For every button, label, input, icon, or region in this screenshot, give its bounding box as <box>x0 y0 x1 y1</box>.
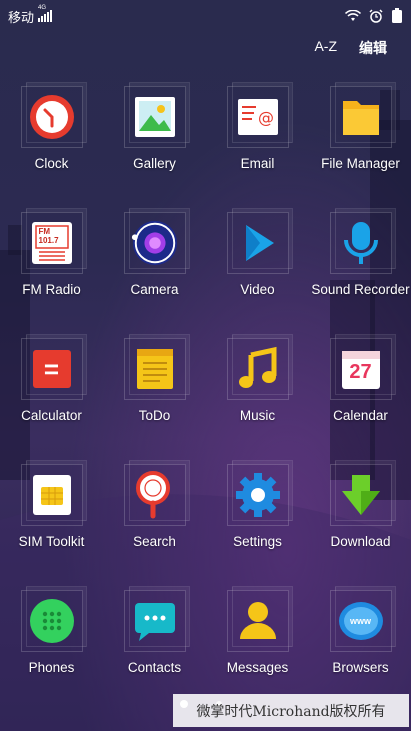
app-video[interactable]: Video <box>206 208 309 334</box>
app-camera[interactable]: Camera <box>103 208 206 334</box>
app-label: Download <box>330 534 391 549</box>
carrier-label: 移动 <box>8 9 35 25</box>
folder-icon <box>336 92 386 142</box>
dialpad-icon <box>27 596 77 646</box>
chat-bubble-icon <box>130 596 180 646</box>
app-clock[interactable]: Clock <box>0 82 103 208</box>
app-label: Contacts <box>127 660 182 675</box>
sort-az-button[interactable]: A-Z <box>314 38 337 58</box>
person-icon <box>233 596 283 646</box>
email-icon: @ <box>233 92 283 142</box>
app-label: Browsers <box>332 660 389 675</box>
radio-frequency: FM 101.7 <box>38 227 59 245</box>
app-label: Messages <box>226 660 289 675</box>
alarm-icon <box>369 9 383 23</box>
sim-card-icon <box>27 470 77 520</box>
app-label: FM Radio <box>22 282 81 297</box>
music-note-icon <box>233 344 283 394</box>
app-settings[interactable]: Settings <box>206 460 309 586</box>
app-calculator[interactable]: = Calculator <box>0 334 103 460</box>
download-arrow-icon <box>336 470 386 520</box>
search-icon <box>130 470 180 520</box>
globe-icon: www <box>336 596 386 646</box>
radio-icon: FM 101.7 <box>27 218 77 268</box>
notepad-icon <box>130 344 180 394</box>
gear-icon <box>233 470 283 520</box>
app-label: Email <box>240 156 275 171</box>
app-calendar[interactable]: 27 Calendar <box>309 334 411 460</box>
app-label: Clock <box>34 156 69 171</box>
app-label: Settings <box>233 534 282 549</box>
microphone-icon <box>336 218 386 268</box>
app-label: Calendar <box>333 408 388 423</box>
app-sim-toolkit[interactable]: SIM Toolkit <box>0 460 103 586</box>
app-todo[interactable]: ToDo <box>103 334 206 460</box>
watermark: 微掌时代Microhand版权所有 <box>173 694 409 727</box>
app-label: Gallery <box>133 156 176 171</box>
svg-text:@: @ <box>258 108 274 127</box>
signal-icon: 4G <box>38 5 53 22</box>
camera-icon <box>130 218 180 268</box>
gallery-icon <box>130 92 180 142</box>
status-bar: 移动 4G <box>0 0 411 32</box>
app-label: Camera <box>130 282 179 297</box>
app-fm-radio[interactable]: FM 101.7 FM Radio <box>0 208 103 334</box>
app-label: Search <box>133 534 176 549</box>
network-type: 4G <box>38 5 47 11</box>
app-label: Music <box>239 408 276 423</box>
app-sound-recorder[interactable]: Sound Recorder <box>309 208 411 334</box>
edit-button[interactable]: 编辑 <box>359 38 387 58</box>
calculator-symbol: = <box>43 353 60 384</box>
app-music[interactable]: Music <box>206 334 309 460</box>
app-label: Phones <box>28 660 75 675</box>
app-label: File Manager <box>321 156 400 171</box>
calculator-icon: = <box>27 344 77 394</box>
battery-icon <box>392 8 402 23</box>
calendar-date: 27 <box>349 360 372 383</box>
app-phones[interactable]: Phones <box>0 586 103 712</box>
app-label: Video <box>240 282 275 297</box>
app-email[interactable]: @ Email <box>206 82 309 208</box>
top-actions: A-Z 编辑 <box>314 38 387 58</box>
app-gallery[interactable]: Gallery <box>103 82 206 208</box>
calendar-icon: 27 <box>336 344 386 394</box>
app-label: SIM Toolkit <box>18 534 85 549</box>
app-label: ToDo <box>138 408 171 423</box>
app-grid: Clock Gallery @ Email File Manager FM 10… <box>0 82 411 712</box>
app-file-manager[interactable]: File Manager <box>309 82 411 208</box>
app-label: Sound Recorder <box>311 282 410 297</box>
app-download[interactable]: Download <box>309 460 411 586</box>
app-label: Calculator <box>21 408 82 423</box>
browser-www: www <box>349 616 371 626</box>
wifi-icon <box>345 10 361 21</box>
clock-icon <box>27 92 77 142</box>
app-search[interactable]: Search <box>103 460 206 586</box>
play-icon <box>233 218 283 268</box>
